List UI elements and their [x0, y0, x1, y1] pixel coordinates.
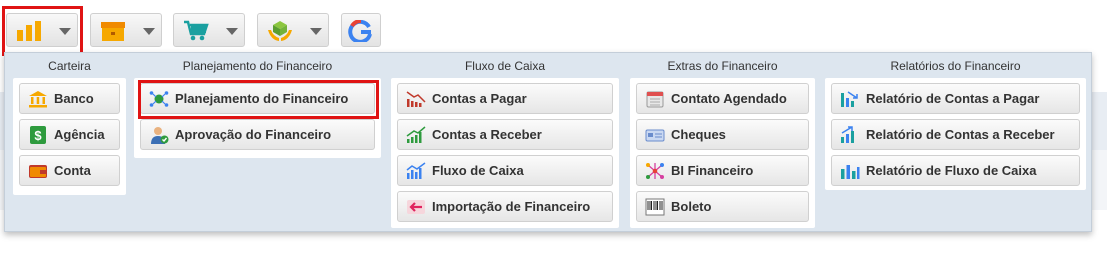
chevron-down-icon — [310, 28, 322, 35]
menu-item-banco[interactable]: Banco — [19, 83, 120, 114]
menu-item-label: Relatório de Contas a Receber — [866, 127, 1055, 142]
menu-item-bi-financeiro[interactable]: BI Financeiro — [636, 155, 809, 186]
financeiro-dropdown-menu: Carteira Banco $ Agência Conta Planejame… — [4, 52, 1092, 232]
menu-item-label: Contato Agendado — [671, 91, 787, 106]
google-button[interactable] — [341, 13, 381, 47]
chart-down-icon — [406, 90, 426, 107]
menu-item-label: Agência — [54, 127, 105, 142]
group-title: Fluxo de Caixa — [464, 59, 546, 73]
wallet-icon — [29, 164, 47, 178]
menu-item-conta[interactable]: Conta — [19, 155, 120, 186]
chevron-down-icon — [226, 28, 238, 35]
report-up-icon — [841, 125, 854, 143]
menu-item-relatorio-de-contas-a-receber[interactable]: Relatório de Contas a Receber — [831, 119, 1080, 150]
menu-item-label: Relatório de Fluxo de Caixa — [866, 163, 1037, 178]
menu-item-label: Banco — [54, 91, 94, 106]
menu-item-contas-a-pagar[interactable]: Contas a Pagar — [397, 83, 613, 114]
menu-item-label: Importação de Financeiro — [432, 199, 591, 214]
dollar-icon: $ — [30, 125, 46, 144]
menu-item-label: Fluxo de Caixa — [432, 163, 524, 178]
menu-item-agencia[interactable]: $ Agência — [19, 119, 120, 150]
menu-item-contato-agendado[interactable]: Contato Agendado — [636, 83, 809, 114]
menu-item-contas-a-receber[interactable]: Contas a Receber — [397, 119, 613, 150]
menu-item-label: Boleto — [671, 199, 712, 214]
user-approval-icon — [151, 126, 169, 144]
calendar-icon — [646, 91, 664, 107]
bank-icon — [29, 90, 47, 107]
menu-item-fluxo-de-caixa[interactable]: Fluxo de Caixa — [397, 155, 613, 186]
google-g-icon — [348, 20, 372, 42]
menu-item-label: Aprovação do Financeiro — [175, 127, 332, 142]
group-body: Contas a Pagar Contas a Receber Fluxo de… — [391, 78, 619, 228]
menu-item-importacao-de-financeiro[interactable]: Importação de Financeiro — [397, 191, 613, 222]
barcode-icon — [645, 198, 665, 215]
servicos-menu-button[interactable] — [257, 13, 329, 47]
group-title: Relatórios do Financeiro — [890, 59, 1021, 73]
menu-item-cheques[interactable]: Cheques — [636, 119, 809, 150]
box-icon — [101, 22, 125, 41]
menu-item-boleto[interactable]: Boleto — [636, 191, 809, 222]
menu-item-label: Contas a Pagar — [432, 91, 527, 106]
hands-box-icon — [268, 21, 292, 41]
group-title: Planejamento do Financeiro — [182, 59, 333, 73]
check-paper-icon — [645, 129, 665, 141]
menu-item-aprovacao-do-financeiro[interactable]: Aprovação do Financeiro — [140, 119, 375, 150]
chart-up-icon — [406, 125, 426, 143]
group-body: Relatório de Contas a Pagar Relatório de… — [825, 78, 1086, 190]
report-bars-icon — [841, 164, 860, 179]
estoque-menu-button[interactable] — [90, 13, 162, 47]
network-icon — [646, 162, 664, 179]
menu-item-label: Conta — [54, 163, 91, 178]
menu-item-label: Relatório de Contas a Pagar — [866, 91, 1040, 106]
menu-item-relatorio-de-fluxo-de-caixa[interactable]: Relatório de Fluxo de Caixa — [831, 155, 1080, 186]
selected-highlight — [138, 80, 379, 119]
menu-item-label: Contas a Receber — [432, 127, 542, 142]
menu-item-relatorio-de-contas-a-pagar[interactable]: Relatório de Contas a Pagar — [831, 83, 1080, 114]
group-body: Banco $ Agência Conta — [13, 78, 126, 195]
import-arrow-icon — [407, 199, 425, 214]
menu-item-label: BI Financeiro — [671, 163, 754, 178]
chart-flow-icon — [406, 161, 426, 179]
group-title: Carteira — [48, 59, 91, 73]
selected-highlight — [2, 6, 83, 56]
menu-item-label: Cheques — [671, 127, 726, 142]
svg-text:$: $ — [34, 128, 42, 143]
vendas-menu-button[interactable] — [173, 13, 245, 47]
group-body: Contato Agendado Cheques BI Financeiro B… — [630, 78, 815, 228]
report-down-icon — [841, 90, 858, 107]
shopping-cart-icon — [184, 20, 209, 41]
group-title: Extras do Financeiro — [667, 59, 778, 73]
chevron-down-icon — [143, 28, 155, 35]
